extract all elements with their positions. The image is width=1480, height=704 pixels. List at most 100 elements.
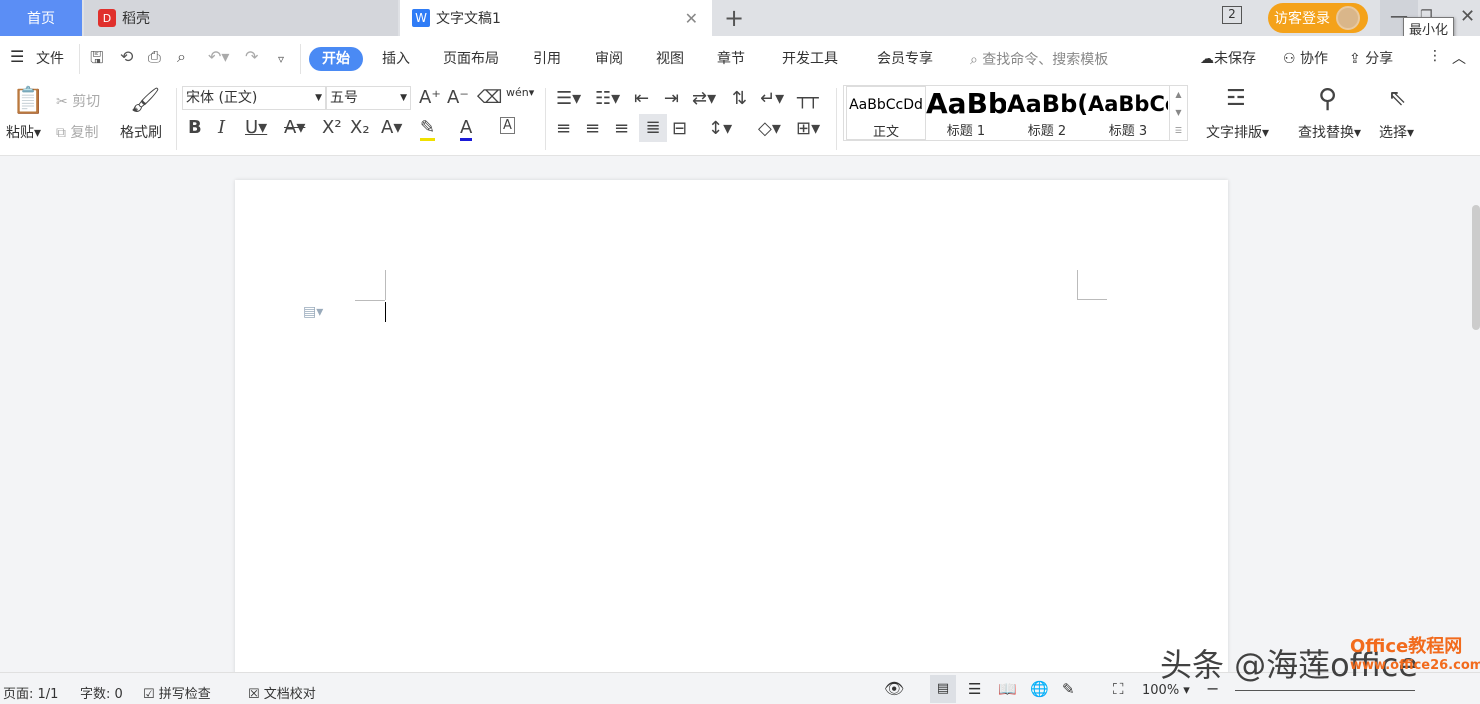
fit-page-icon[interactable]: ⛶ bbox=[1113, 680, 1124, 698]
copy-icon: ⧉ bbox=[56, 125, 66, 141]
strikethrough-icon[interactable]: A▾ bbox=[284, 117, 305, 138]
more-icon[interactable]: ⋮ bbox=[1428, 48, 1442, 64]
print-icon[interactable]: ⎙ bbox=[148, 47, 161, 67]
font-color-icon[interactable]: A bbox=[460, 117, 473, 141]
bold-icon[interactable]: B bbox=[188, 117, 202, 138]
cut-button[interactable]: ✂ 剪切 bbox=[56, 91, 100, 111]
format-painter-button[interactable]: 格式刷 bbox=[120, 122, 162, 142]
web-view-icon[interactable]: 🌐 bbox=[1030, 680, 1049, 698]
format-icon[interactable]: ⟲ bbox=[120, 47, 133, 66]
style-heading-2[interactable]: AaBb(标题 2 bbox=[1007, 86, 1087, 140]
paste-icon[interactable]: 📋 bbox=[12, 86, 44, 116]
pinyin-button[interactable]: wén▾ bbox=[506, 86, 534, 99]
style-normal[interactable]: AaBbCcDd 正文 bbox=[846, 86, 926, 140]
eye-icon[interactable]: 👁 bbox=[884, 679, 904, 698]
tab-home[interactable]: 首页 bbox=[0, 0, 82, 36]
font-size-select[interactable]: 五号 ▼ bbox=[326, 86, 411, 110]
tab-references[interactable]: 引用 bbox=[533, 48, 561, 68]
close-tab-icon[interactable]: ✕ bbox=[685, 9, 698, 28]
tab-layout[interactable]: 页面布局 bbox=[443, 48, 499, 68]
customize-icon[interactable]: ▿ bbox=[278, 52, 284, 66]
unsaved-button[interactable]: ☁未保存 bbox=[1200, 48, 1256, 68]
file-menu[interactable]: 文件 bbox=[36, 48, 64, 68]
brush-icon: 🖌 bbox=[130, 86, 161, 114]
proofread-button[interactable]: ☒ 文档校对 bbox=[248, 683, 316, 702]
style-heading-1[interactable]: AaBb 标题 1 bbox=[926, 86, 1006, 140]
login-button[interactable]: 访客登录 bbox=[1268, 3, 1368, 33]
borders-icon[interactable]: ⊞▾ bbox=[796, 118, 820, 139]
bullet-list-icon[interactable]: ☰▾ bbox=[556, 88, 581, 109]
share-button[interactable]: ⇪ 分享 bbox=[1349, 48, 1393, 68]
italic-icon[interactable]: I bbox=[218, 117, 225, 138]
shrink-font-icon[interactable]: A⁻ bbox=[447, 87, 469, 108]
undo-icon[interactable]: ↶▾ bbox=[208, 47, 229, 66]
outline-view-icon[interactable]: ☰ bbox=[968, 680, 981, 698]
tab-daoke-label: 稻壳 bbox=[122, 11, 150, 27]
paste-button[interactable]: 粘贴▾ bbox=[6, 122, 41, 142]
paragraph-mark-icon[interactable]: ↵▾ bbox=[760, 88, 784, 109]
close-window-button[interactable]: ✕ bbox=[1460, 6, 1475, 27]
tab-developer[interactable]: 开发工具 bbox=[782, 48, 838, 68]
tab-view[interactable]: 视图 bbox=[656, 48, 684, 68]
sort-icon[interactable]: ⇅ bbox=[732, 88, 747, 109]
select-button[interactable]: 选择▾ bbox=[1379, 122, 1414, 142]
text-effect-icon[interactable]: A▾ bbox=[381, 117, 402, 138]
tab-document[interactable]: W 文字文稿1 ✕ bbox=[400, 0, 712, 36]
align-right-icon[interactable]: ≡ bbox=[614, 118, 629, 139]
redo-icon[interactable]: ↷ bbox=[245, 47, 258, 66]
copy-button[interactable]: ⧉ 复制 bbox=[56, 122, 98, 142]
command-search[interactable]: ⌕ 查找命令、搜索模板 bbox=[970, 49, 1108, 69]
style-label: 标题 3 bbox=[1108, 124, 1148, 139]
subscript-icon[interactable]: X₂ bbox=[350, 117, 370, 138]
line-spacing-icon[interactable]: ↕▾ bbox=[708, 118, 732, 139]
read-view-icon[interactable]: 📖 bbox=[998, 680, 1017, 698]
write-view-icon[interactable]: ✎ bbox=[1062, 680, 1075, 698]
save-icon[interactable]: 🖫 bbox=[90, 47, 104, 74]
collapse-ribbon-icon[interactable]: ︿ bbox=[1452, 48, 1466, 68]
char-border-icon[interactable]: A bbox=[500, 117, 515, 134]
spell-check-button[interactable]: ☑ 拼写检查 bbox=[143, 683, 211, 702]
tab-daoke[interactable]: D 稻壳 bbox=[84, 0, 398, 36]
distributed-icon[interactable]: ⊟ bbox=[672, 118, 687, 139]
style-heading-3[interactable]: AaBbCc 标题 3 bbox=[1088, 86, 1168, 140]
superscript-icon[interactable]: X² bbox=[322, 117, 342, 138]
find-replace-button[interactable]: 查找替换▾ bbox=[1298, 122, 1361, 142]
decrease-indent-icon[interactable]: ⇤ bbox=[634, 88, 649, 109]
highlight-icon[interactable]: ✎ bbox=[420, 117, 436, 141]
paragraph-options-icon[interactable]: ▤▾ bbox=[303, 304, 323, 320]
print-preview-icon[interactable]: ⌕ bbox=[177, 47, 186, 67]
window-count-button[interactable]: 2 bbox=[1222, 6, 1242, 24]
menu-icon[interactable]: ☰ bbox=[10, 47, 24, 66]
tab-insert[interactable]: 插入 bbox=[382, 48, 410, 68]
zoom-slider[interactable] bbox=[1235, 690, 1415, 691]
text-direction-icon[interactable]: ⇄▾ bbox=[692, 88, 716, 109]
tab-member[interactable]: 会员专享 bbox=[877, 48, 933, 68]
tab-review[interactable]: 审阅 bbox=[595, 48, 623, 68]
collab-button[interactable]: ⚇ 协作 bbox=[1283, 48, 1328, 68]
font-family-select[interactable]: 宋体 (正文) ▼ bbox=[182, 86, 326, 110]
collab-label: 协作 bbox=[1300, 51, 1329, 67]
style-scroll[interactable]: ▲ ▼ ☰ bbox=[1169, 86, 1187, 140]
document-page[interactable]: ▤▾ bbox=[235, 180, 1228, 680]
tab-start[interactable]: 开始 bbox=[309, 47, 363, 71]
pinyin-label: wén bbox=[506, 86, 529, 99]
eraser-icon[interactable]: ⌫ bbox=[477, 87, 502, 108]
scrollbar[interactable] bbox=[1472, 205, 1480, 330]
align-center-icon[interactable]: ≡ bbox=[585, 118, 600, 139]
text-layout-button[interactable]: 文字排版▾ bbox=[1206, 122, 1269, 142]
ruler-icon[interactable]: ┬┬ bbox=[797, 88, 819, 109]
increase-indent-icon[interactable]: ⇥ bbox=[664, 88, 679, 109]
site-name: Office教程网 bbox=[1350, 636, 1463, 657]
font-size-value: 五号 bbox=[330, 90, 358, 106]
writer-logo-icon: W bbox=[412, 9, 430, 27]
grow-font-icon[interactable]: A⁺ bbox=[419, 87, 441, 108]
word-count[interactable]: 字数: 0 bbox=[80, 683, 123, 702]
align-left-icon[interactable]: ≡ bbox=[556, 118, 571, 139]
underline-icon[interactable]: U▾ bbox=[245, 117, 267, 138]
new-tab-button[interactable]: + bbox=[724, 4, 744, 32]
tab-chapter[interactable]: 章节 bbox=[717, 48, 745, 68]
justify-icon[interactable]: ≣ bbox=[639, 114, 667, 142]
shading-icon[interactable]: ◇▾ bbox=[758, 118, 781, 139]
numbered-list-icon[interactable]: ☷▾ bbox=[595, 88, 620, 109]
page-view-icon[interactable]: ▤ bbox=[930, 675, 956, 703]
